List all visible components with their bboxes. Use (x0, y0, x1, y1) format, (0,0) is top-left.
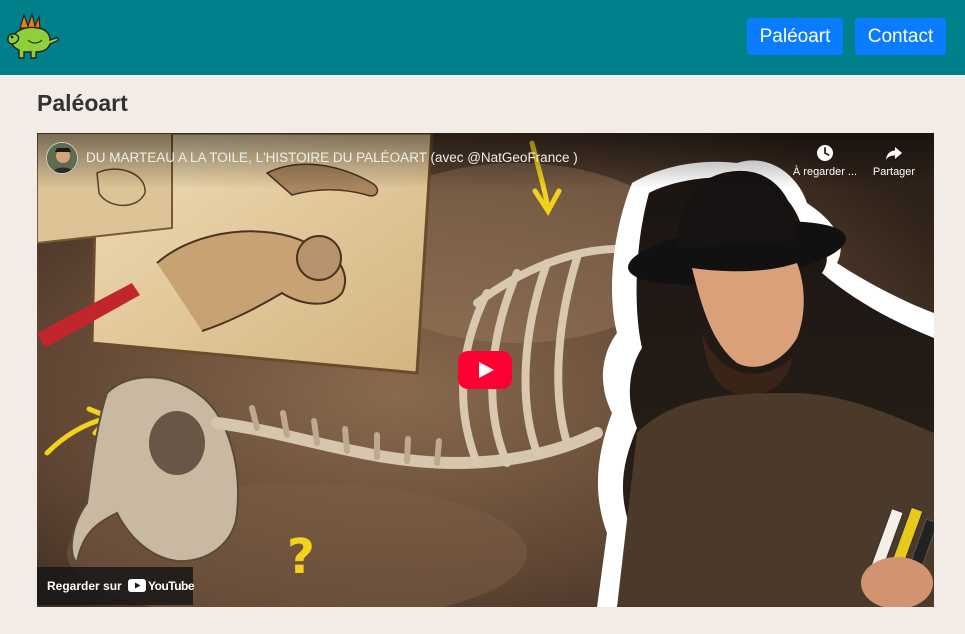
youtube-logo-icon (128, 579, 146, 592)
play-button[interactable] (458, 351, 512, 389)
play-icon (458, 351, 512, 389)
share-label: Partager (872, 166, 916, 178)
svg-text:?: ? (287, 529, 315, 585)
dinosaur-icon[interactable] (6, 10, 60, 60)
youtube-wordmark: YouTube (148, 579, 195, 593)
watch-on-label: Regarder sur (47, 579, 122, 593)
nav-contact-button[interactable]: Contact (855, 18, 946, 55)
watch-on-youtube-link[interactable]: Regarder sur YouTube (37, 567, 195, 605)
video-title-link[interactable]: DU MARTEAU A LA TOILE, L'HISTOIRE DU PAL… (86, 150, 578, 165)
nav-paleoart-button[interactable]: Paléoart (747, 18, 843, 55)
watch-later-label: À regarder ... (792, 166, 858, 178)
channel-avatar[interactable] (46, 142, 78, 174)
clock-icon (817, 145, 833, 161)
share-arrow-icon (886, 147, 902, 160)
embedded-video-player[interactable]: ? DU MARTEAU A LA TOILE, L'HISTOIRE DU P… (37, 133, 934, 607)
page-title: Paléoart (37, 90, 128, 116)
watch-later-button[interactable]: À regarder ... (790, 143, 860, 178)
share-button[interactable]: Partager (859, 143, 929, 178)
top-navigation-bar: Paléoart Contact (0, 0, 965, 75)
